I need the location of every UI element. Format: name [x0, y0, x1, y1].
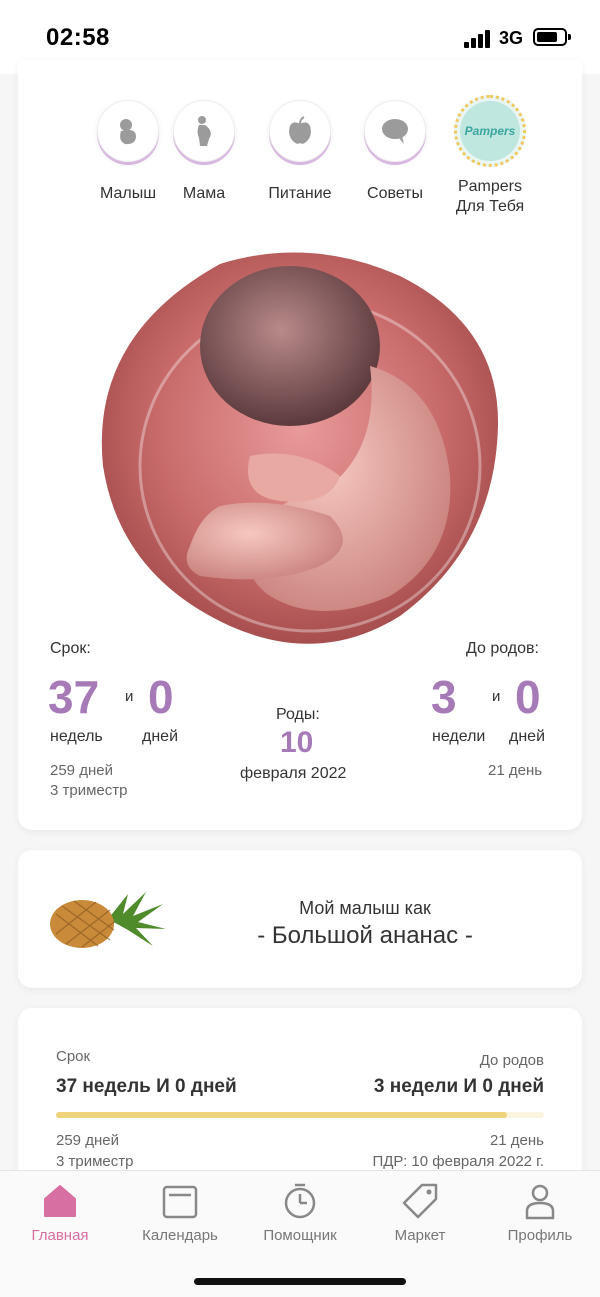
profile-icon	[525, 1184, 555, 1220]
term-and: и	[125, 688, 134, 705]
progress-term-value: 37 недель И 0 дней	[56, 1076, 237, 1097]
tag-icon	[402, 1183, 438, 1219]
term-weeks: 37	[48, 671, 100, 723]
until-weeks: 3	[431, 671, 457, 723]
progress-remaining-days: 21 день	[489, 1132, 544, 1149]
birth-label: Роды:	[276, 706, 320, 723]
pregnant-icon	[173, 100, 235, 162]
pregnancy-overview-card: Малыш Мама Питание Советы Pampers Pamper…	[18, 60, 582, 830]
baby-size-card[interactable]: Мой малыш как - Большой ананас -	[18, 850, 582, 988]
birth-month-year: февраля 2022	[240, 765, 347, 782]
progress-bar	[56, 1112, 544, 1118]
progress-total-days: 259 дней	[56, 1132, 119, 1149]
term-label: Срок:	[50, 640, 91, 657]
category-pampers[interactable]: Pampers Pampers Для Тебя	[440, 95, 540, 217]
progress-term-label: Срок	[56, 1048, 91, 1065]
home-icon	[44, 1185, 76, 1217]
baby-size-fruit: - Большой ананас -	[257, 922, 473, 949]
term-weeks-unit: недель	[50, 728, 103, 745]
signal-icon	[464, 28, 492, 48]
tab-calendar[interactable]: Календарь	[120, 1181, 240, 1244]
home-indicator[interactable]	[194, 1278, 406, 1285]
timer-icon	[284, 1183, 316, 1219]
battery-icon	[533, 28, 571, 46]
tab-market[interactable]: Маркет	[360, 1181, 480, 1244]
status-time: 02:58	[46, 24, 110, 51]
term-days-unit: дней	[142, 728, 179, 745]
chat-icon	[364, 100, 426, 162]
calendar-icon	[162, 1185, 198, 1219]
progress-due-date: ПДР: 10 февраля 2022 г.	[372, 1153, 544, 1170]
term-trimester: 3 триместр	[50, 782, 128, 799]
tab-profile[interactable]: Профиль	[480, 1181, 600, 1244]
progress-until-label: До родов	[479, 1052, 544, 1069]
progress-until-value: 3 недели И 0 дней	[373, 1076, 544, 1097]
until-days-unit: дней	[509, 728, 546, 745]
category-row: Малыш Мама Питание Советы Pampers Pamper…	[18, 95, 582, 230]
baby-icon	[97, 100, 159, 162]
until-label: До родов:	[466, 640, 539, 657]
network-label: 3G	[499, 28, 524, 48]
pampers-logo: Pampers	[454, 95, 526, 167]
until-weeks-unit: недели	[432, 728, 486, 745]
baby-size-title: Мой малыш как	[299, 898, 431, 918]
tab-assistant[interactable]: Помощник	[240, 1181, 360, 1244]
category-nutrition[interactable]: Питание	[250, 100, 350, 204]
category-tips[interactable]: Советы	[345, 100, 445, 204]
until-total-days: 21 день	[488, 762, 543, 779]
birth-day: 10	[280, 726, 314, 759]
fetus-illustration	[100, 246, 502, 650]
tab-home[interactable]: Главная	[0, 1181, 120, 1244]
until-days: 0	[515, 671, 541, 723]
term-total-days: 259 дней	[50, 762, 113, 779]
apple-icon	[269, 100, 331, 162]
category-mom[interactable]: Мама	[154, 100, 254, 204]
progress-trimester: 3 триместр	[56, 1153, 134, 1170]
until-and: и	[492, 688, 501, 705]
term-days: 0	[148, 671, 174, 723]
progress-bar-fill	[56, 1112, 508, 1118]
